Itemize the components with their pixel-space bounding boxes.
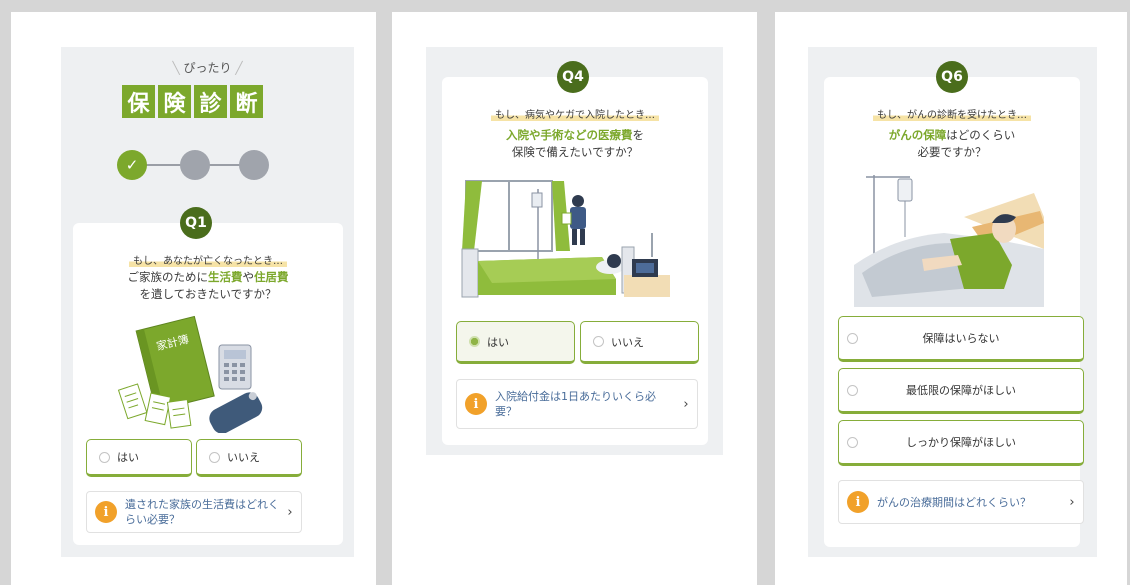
logo-char-1: 保 xyxy=(122,85,155,118)
radio-icon xyxy=(99,451,110,463)
option-no-coverage[interactable]: 保障はいらない xyxy=(838,316,1084,362)
phone-frame: ╲ ぴったり ╱ 保 険 診 断 ✓ Q1 もし、あなたが亡くなったとき… ご家… xyxy=(61,47,354,557)
info-text: がんの治療期間はどれくらい？ xyxy=(877,495,1031,509)
household-budget-illustration: 家計簿 xyxy=(117,315,263,433)
question-text: ご家族のために生活費や住居費 を遺しておきたいですか？ xyxy=(127,270,289,301)
question-card: Q6 もし、がんの診断を受けたとき… がんの保障はどのくらい 必要ですか？ 保障… xyxy=(824,61,1084,547)
info-icon: i xyxy=(847,491,869,513)
option-label: しっかり保障がほしい xyxy=(906,436,1016,449)
screen-q6: Q6 もし、がんの診断を受けたとき… がんの保障はどのくらい 必要ですか？ 保障… xyxy=(775,12,1127,585)
info-text: 入院給付金は1日あたりいくら必要？ xyxy=(495,390,656,418)
chevron-right-icon: › xyxy=(287,504,293,520)
question-card: Q4 もし、病気やケガで入院したとき… 入院や手術などの医療費を 保険で備えたい… xyxy=(442,61,708,445)
option-no-label: いいえ xyxy=(227,451,260,464)
option-yes[interactable]: はい xyxy=(456,321,575,364)
radio-selected-icon xyxy=(469,336,480,347)
question-badge: Q1 xyxy=(180,207,212,239)
option-full-coverage[interactable]: しっかり保障がほしい xyxy=(838,420,1084,466)
chevron-right-icon: › xyxy=(1069,494,1075,510)
info-link[interactable]: i 入院給付金は1日あたりいくら必要？ › xyxy=(456,379,698,429)
info-link[interactable]: i がんの治療期間はどれくらい？ › xyxy=(838,480,1084,524)
hospital-bed-illustration xyxy=(461,180,670,298)
screen-q1: ╲ ぴったり ╱ 保 険 診 断 ✓ Q1 もし、あなたが亡くなったとき… ご家… xyxy=(11,12,376,585)
logo-char-3: 診 xyxy=(194,85,227,118)
question-context: もし、あなたが亡くなったとき… xyxy=(73,249,343,268)
info-icon: i xyxy=(465,393,487,415)
question-context: もし、がんの診断を受けたとき… xyxy=(824,103,1080,122)
radio-icon xyxy=(847,384,858,396)
question-text: 入院や手術などの医療費を 保険で備えたいですか？ xyxy=(506,128,644,159)
step-3-dot xyxy=(239,150,269,180)
question-context-text: もし、がんの診断を受けたとき… xyxy=(873,106,1031,121)
phone-frame: Q6 もし、がんの診断を受けたとき… がんの保障はどのくらい 必要ですか？ 保障… xyxy=(808,47,1097,557)
info-icon: i xyxy=(95,501,117,523)
question-context-text: もし、あなたが亡くなったとき… xyxy=(129,252,287,267)
logo-char-4: 断 xyxy=(230,85,263,118)
option-label: 最低限の保障がほしい xyxy=(906,384,1016,397)
question-badge: Q6 xyxy=(936,61,968,93)
radio-icon xyxy=(593,336,604,347)
cancer-patient-illustration xyxy=(854,175,1044,307)
logo-char-2: 険 xyxy=(158,85,191,118)
radio-icon xyxy=(847,332,858,344)
radio-icon xyxy=(847,436,858,448)
step-1-check-icon: ✓ xyxy=(117,150,147,180)
radio-icon xyxy=(209,451,220,463)
question-context-text: もし、病気やケガで入院したとき… xyxy=(491,106,659,121)
step-2-dot xyxy=(180,150,210,180)
option-no[interactable]: いいえ xyxy=(196,439,302,477)
info-text: 遺された家族の生活費はどれくらい必要？ xyxy=(125,498,279,526)
option-label: 保障はいらない xyxy=(922,332,1000,345)
option-no[interactable]: いいえ xyxy=(580,321,699,364)
question-context: もし、病気やケガで入院したとき… xyxy=(442,103,708,122)
chevron-right-icon: › xyxy=(683,396,689,412)
question-card: Q1 もし、あなたが亡くなったとき… ご家族のために生活費や住居費 を遺しておき… xyxy=(73,207,343,545)
option-yes-label: はい xyxy=(487,335,509,349)
option-yes-label: はい xyxy=(117,451,139,464)
option-minimum-coverage[interactable]: 最低限の保障がほしい xyxy=(838,368,1084,414)
question-badge: Q4 xyxy=(557,61,589,93)
phone-frame: Q4 もし、病気やケガで入院したとき… 入院や手術などの医療費を 保険で備えたい… xyxy=(426,47,723,455)
screen-q4: Q4 もし、病気やケガで入院したとき… 入院や手術などの医療費を 保険で備えたい… xyxy=(392,12,757,585)
logo-subtitle: ╲ ぴったり ╱ xyxy=(172,61,243,75)
option-yes[interactable]: はい xyxy=(86,439,192,477)
info-link[interactable]: i 遺された家族の生活費はどれくらい必要？ › xyxy=(86,491,302,533)
option-no-label: いいえ xyxy=(611,335,644,349)
question-text: がんの保障はどのくらい 必要ですか？ xyxy=(888,128,1016,159)
